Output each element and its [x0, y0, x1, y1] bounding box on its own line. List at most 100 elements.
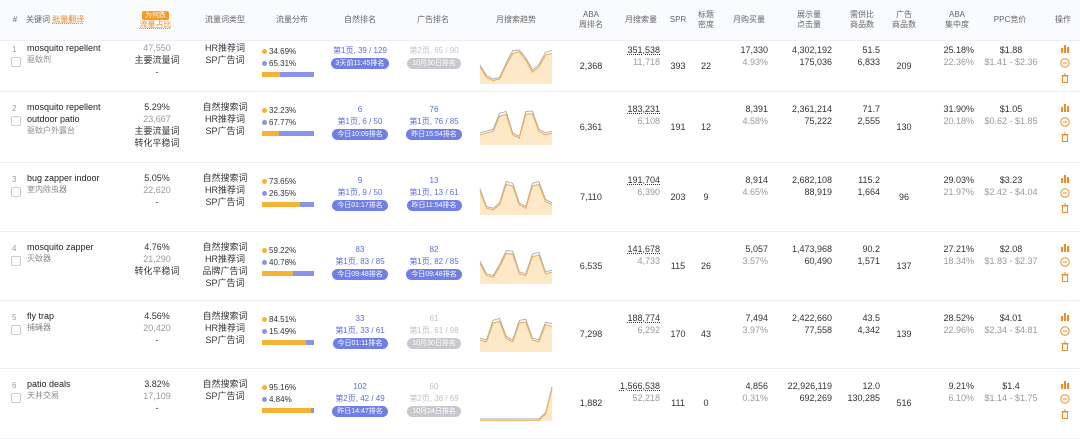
monthly-search-trend-chart[interactable] [478, 107, 554, 147]
ad-rank-page[interactable]: 第1页, 61 / 98 [396, 325, 472, 337]
keyword-cell[interactable]: patio deals 天井交易 [27, 378, 125, 402]
keyword-cell[interactable]: bug zapper indoor 室内除虫器 [27, 172, 125, 196]
monthly-search-trend-chart[interactable] [478, 314, 554, 354]
monthly-search-trend-chart[interactable] [478, 383, 554, 423]
ad-rank-page[interactable]: 第2页, 65 / 90 [396, 45, 472, 57]
keyword-text[interactable]: mosquito repellent [27, 42, 125, 54]
monthly-search-trend-chart[interactable] [478, 177, 554, 217]
keyword-text[interactable]: patio deals [27, 378, 125, 390]
organic-rank-cell[interactable]: 33 第1页, 33 / 61 今日01:11排名 [322, 313, 398, 349]
trash-icon[interactable] [1060, 409, 1070, 419]
keyword-cell[interactable]: mosquito repellent outdoor patio 驱蚊户外露台 [27, 101, 125, 137]
traffic-type-tag: SP广告词 [205, 126, 245, 136]
organic-rank-page[interactable]: 第2页, 42 / 49 [322, 393, 398, 405]
monthly-search-value[interactable]: 1,566,538 [614, 380, 660, 392]
organic-rank-page[interactable]: 第1页, 83 / 85 [322, 256, 398, 268]
header-spr[interactable]: SPR [666, 0, 690, 40]
trash-icon[interactable] [1060, 272, 1070, 282]
header-ppc[interactable]: PPC竞价 [982, 0, 1038, 40]
row-checkbox[interactable] [11, 116, 21, 126]
header-monthly-search[interactable]: 月搜索量 [618, 0, 664, 40]
keyword-text[interactable]: bug zapper indoor [27, 172, 125, 184]
organic-rank-value[interactable]: 33 [322, 313, 398, 325]
organic-rank-value[interactable]: 9 [322, 175, 398, 187]
aba-concentration-cell: 29.03% 21.97% [930, 174, 974, 198]
keyword-text[interactable]: mosquito repellent outdoor patio [27, 101, 125, 125]
header-aba-concentration[interactable]: ABA 集中度 [935, 0, 979, 40]
minus-circle-icon[interactable] [1060, 188, 1070, 198]
monthly-search-trend-chart[interactable] [478, 46, 554, 86]
ad-rank-cell[interactable]: 76 第1页, 76 / 85 昨日15:54排名 [396, 104, 472, 140]
organic-rank-cell[interactable]: 第1页, 39 / 129 3天前11:45排名 [322, 45, 398, 69]
organic-rank-cell[interactable]: 6 第1页, 6 / 50 今日10:09排名 [322, 104, 398, 140]
ad-rank-cell[interactable]: 第2页, 65 / 90 10月30日排名 [396, 45, 472, 69]
organic-rank-value[interactable]: 102 [322, 381, 398, 393]
header-monthly-purchase[interactable]: 月购买量 [728, 0, 770, 40]
table-row: 3 bug zapper indoor 室内除虫器 5.05% 22,620 - 自然搜索词… [0, 162, 1080, 232]
organic-rank-page[interactable]: 第1页, 39 / 129 [322, 45, 398, 57]
keyword-text[interactable]: mosquito zapper [27, 241, 125, 253]
header-demand-supply[interactable]: 需供比 商品数 [842, 0, 882, 40]
minus-circle-icon[interactable] [1060, 326, 1070, 336]
organic-rank-page[interactable]: 第1页, 9 / 50 [322, 187, 398, 199]
ad-rank-value[interactable]: 60 [396, 381, 472, 393]
keyword-text[interactable]: fly trap [27, 310, 125, 322]
organic-rank-page[interactable]: 第1页, 6 / 50 [322, 116, 398, 128]
monthly-search-value[interactable]: 141,678 [614, 243, 660, 255]
ad-rank-cell[interactable]: 60 第2页, 36 / 69 10月24日排名 [396, 381, 472, 417]
monthly-search-trend-chart[interactable] [478, 246, 554, 286]
organic-rank-cell[interactable]: 83 第1页, 83 / 85 今日09:48排名 [322, 244, 398, 280]
bar-chart-icon[interactable] [1060, 242, 1070, 252]
trash-icon[interactable] [1060, 73, 1070, 83]
header-ad-rank[interactable]: 广告排名 [403, 0, 463, 40]
minus-circle-icon[interactable] [1060, 117, 1070, 127]
keyword-cell[interactable]: mosquito zapper 灭蚊器 [27, 241, 125, 265]
row-checkbox[interactable] [11, 187, 21, 197]
header-impressions[interactable]: 展示量 点击量 [784, 0, 834, 40]
trash-icon[interactable] [1060, 341, 1070, 351]
bar-chart-icon[interactable] [1060, 173, 1070, 183]
organic-rank-value[interactable]: 83 [322, 244, 398, 256]
batch-translate-link[interactable]: 批量翻译 [52, 15, 84, 25]
organic-rank-cell[interactable]: 102 第2页, 42 / 49 昨日14:47排名 [322, 381, 398, 417]
ad-rank-page[interactable]: 第1页, 82 / 85 [396, 256, 472, 268]
ad-rank-page[interactable]: 第1页, 13 / 61 [396, 187, 472, 199]
bar-chart-icon[interactable] [1060, 379, 1070, 389]
bar-chart-icon[interactable] [1060, 311, 1070, 321]
minus-circle-icon[interactable] [1060, 257, 1070, 267]
monthly-search-value[interactable]: 351,538 [614, 44, 660, 56]
organic-rank-page[interactable]: 第1页, 33 / 61 [322, 325, 398, 337]
row-checkbox[interactable] [11, 393, 21, 403]
row-checkbox[interactable] [11, 325, 21, 335]
monthly-search-value[interactable]: 191,704 [614, 174, 660, 186]
row-checkbox[interactable] [11, 256, 21, 266]
ad-rank-page[interactable]: 第2页, 36 / 69 [396, 393, 472, 405]
keyword-cell[interactable]: mosquito repellent 驱蚊剂 [27, 42, 125, 66]
ad-rank-page[interactable]: 第1页, 76 / 85 [396, 116, 472, 128]
minus-circle-icon[interactable] [1060, 58, 1070, 68]
header-ad-products[interactable]: 广告 商品数 [890, 0, 918, 40]
ad-rank-value[interactable]: 76 [396, 104, 472, 116]
organic-rank-value[interactable]: 6 [322, 104, 398, 116]
header-title-density[interactable]: 标题 密度 [694, 0, 718, 40]
bar-chart-icon[interactable] [1060, 43, 1070, 53]
minus-circle-icon[interactable] [1060, 394, 1070, 404]
ad-rank-cell[interactable]: 82 第1页, 82 / 85 今日09:48排名 [396, 244, 472, 280]
monthly-search-value[interactable]: 183,231 [614, 103, 660, 115]
bar-chart-icon[interactable] [1060, 102, 1070, 112]
row-checkbox[interactable] [11, 57, 21, 67]
ad-rank-value[interactable]: 13 [396, 175, 472, 187]
organic-rank-cell[interactable]: 9 第1页, 9 / 50 今日01:17排名 [322, 175, 398, 211]
ad-rank-cell[interactable]: 13 第1页, 13 / 61 昨日11:54排名 [396, 175, 472, 211]
header-organic-rank[interactable]: 自然排名 [330, 0, 390, 40]
trash-icon[interactable] [1060, 132, 1070, 142]
ad-rank-cell[interactable]: 61 第1页, 61 / 98 10月30日排名 [396, 313, 472, 349]
header-traffic-share[interactable]: 为何跌 流量占比 [128, 0, 183, 40]
keyword-cell[interactable]: fly trap 捕蝇器 [27, 310, 125, 334]
monthly-search-value[interactable]: 188,774 [614, 312, 660, 324]
natural-dot-icon [262, 385, 267, 390]
ad-rank-value[interactable]: 61 [396, 313, 472, 325]
trash-icon[interactable] [1060, 203, 1070, 213]
header-aba-rank[interactable]: ABA 周排名 [570, 0, 612, 40]
ad-rank-value[interactable]: 82 [396, 244, 472, 256]
